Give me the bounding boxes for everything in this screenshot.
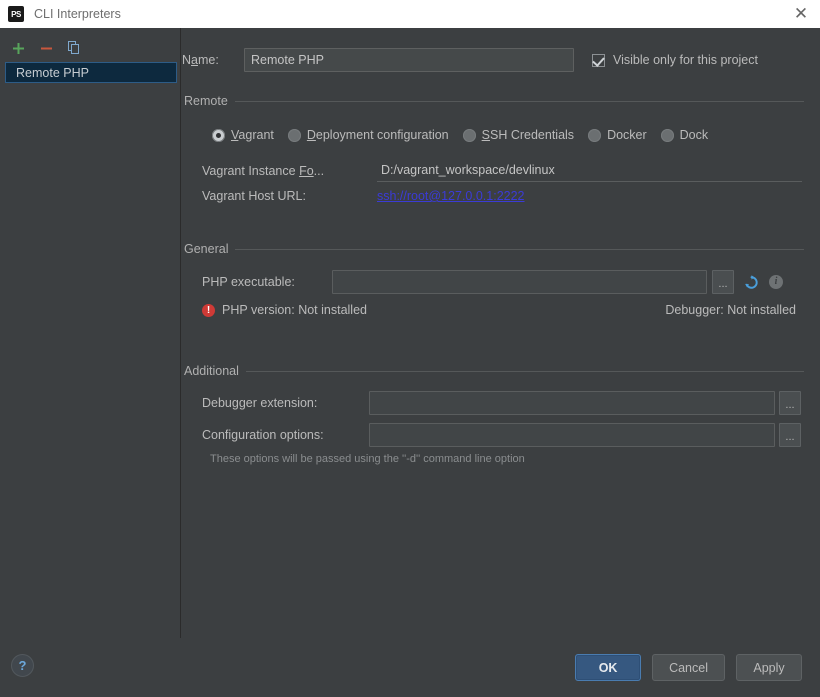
vagrant-host-url-label: Vagrant Host URL: [202,189,306,203]
radio-dot [462,128,476,142]
debugger-status-label: Debugger: Not installed [665,303,796,317]
footer-buttons: OK Cancel Apply [575,654,802,681]
radio-dot [212,128,225,142]
phpstorm-icon: PS [8,6,24,22]
radio-docker-compose[interactable]: Dock [660,128,709,142]
vagrant-host-url-link[interactable]: ssh://root@127.0.0.1:2222 [377,189,525,203]
php-version-status: ! PHP version: Not installed [202,303,367,317]
php-executable-input[interactable] [332,270,707,294]
status-row: ! PHP version: Not installed Debugger: N… [202,303,820,317]
general-group-header: General [184,242,804,256]
group-divider [235,248,804,250]
sidebar-item-remote-php[interactable]: Remote PHP [5,62,177,83]
additional-group-header: Additional [184,364,804,378]
radio-docker-compose-label: Dock [679,128,709,142]
vagrant-instance-folder-label: Vagrant Instance Fo... [202,163,325,178]
radio-vagrant[interactable]: Vagrant [212,128,274,142]
plus-icon [12,42,24,54]
php-executable-label: PHP executable: [202,275,295,289]
group-divider [245,370,804,372]
help-button[interactable]: ? [11,654,34,677]
radio-docker-label: Docker [607,128,647,142]
configuration-options-label: Configuration options: [202,428,324,442]
php-version-status-label: PHP version: Not installed [222,303,367,317]
copy-icon [68,41,79,54]
configuration-options-input[interactable] [369,423,775,447]
debugger-extension-browse-button[interactable]: ... [779,391,801,415]
radio-dot [588,128,602,142]
remote-group-header: Remote [184,94,804,108]
debugger-extension-row: Debugger extension: ... [202,391,820,415]
visible-only-checkbox[interactable]: Visible only for this project [592,53,758,67]
configuration-options-browse-button[interactable]: ... [779,423,801,447]
group-divider [234,100,804,102]
close-icon[interactable]: ✕ [790,5,812,23]
additional-group-title: Additional [184,364,239,378]
radio-ssh-credentials-label: SSH Credentials [481,128,575,142]
add-button[interactable] [8,38,28,58]
php-executable-browse-button[interactable]: ... [712,270,734,294]
name-input[interactable] [244,48,574,72]
debugger-extension-label: Debugger extension: [202,396,318,410]
error-icon: ! [202,303,215,317]
radio-deployment-configuration-label: Deployment configuration [306,128,449,142]
ok-button[interactable]: OK [575,654,642,681]
interpreter-list-toolbar [8,38,84,58]
refresh-icon [745,274,758,289]
info-icon[interactable]: i [769,275,783,289]
checkbox-box [592,53,605,67]
window-titlebar: PS CLI Interpreters ✕ [0,0,820,28]
vagrant-host-url-row: Vagrant Host URL: ssh://root@127.0.0.1:2… [202,189,820,203]
dialog-footer: ? OK Cancel Apply [0,638,820,697]
php-refresh-button[interactable] [744,274,759,290]
remote-group-title: Remote [184,94,228,108]
sidebar-item-label: Remote PHP [16,66,89,80]
vagrant-instance-folder-input[interactable] [377,159,802,182]
name-row: Name: Visible only for this project [182,48,820,72]
apply-button[interactable]: Apply [736,654,802,681]
remove-button[interactable] [36,38,56,58]
radio-dot [287,128,301,142]
cancel-button[interactable]: Cancel [652,654,725,681]
interpreter-detail-panel: Name: Visible only for this project Remo… [182,28,820,638]
radio-vagrant-label: Vagrant [231,128,274,142]
configuration-options-hint: These options will be passed using the '… [210,453,525,465]
minus-icon [40,47,52,49]
php-executable-row: PHP executable: ... i [202,270,820,294]
radio-ssh-credentials[interactable]: SSH Credentials [462,128,575,142]
interpreter-list-panel: Remote PHP [0,28,181,638]
radio-dot [660,128,674,142]
window-title: CLI Interpreters [34,7,121,21]
visible-only-label: Visible only for this project [613,53,758,67]
vagrant-instance-folder-row: Vagrant Instance Fo... [202,159,820,182]
debugger-extension-input[interactable] [369,391,775,415]
radio-deployment-configuration[interactable]: Deployment configuration [287,128,449,142]
configuration-options-row: Configuration options: ... [202,423,820,447]
copy-button[interactable] [64,38,84,58]
general-group-title: General [184,242,229,256]
radio-docker[interactable]: Docker [588,128,647,142]
remote-type-radio-group: Vagrant Deployment configuration SSH Cre… [212,128,820,142]
name-label: Name: [182,53,219,67]
